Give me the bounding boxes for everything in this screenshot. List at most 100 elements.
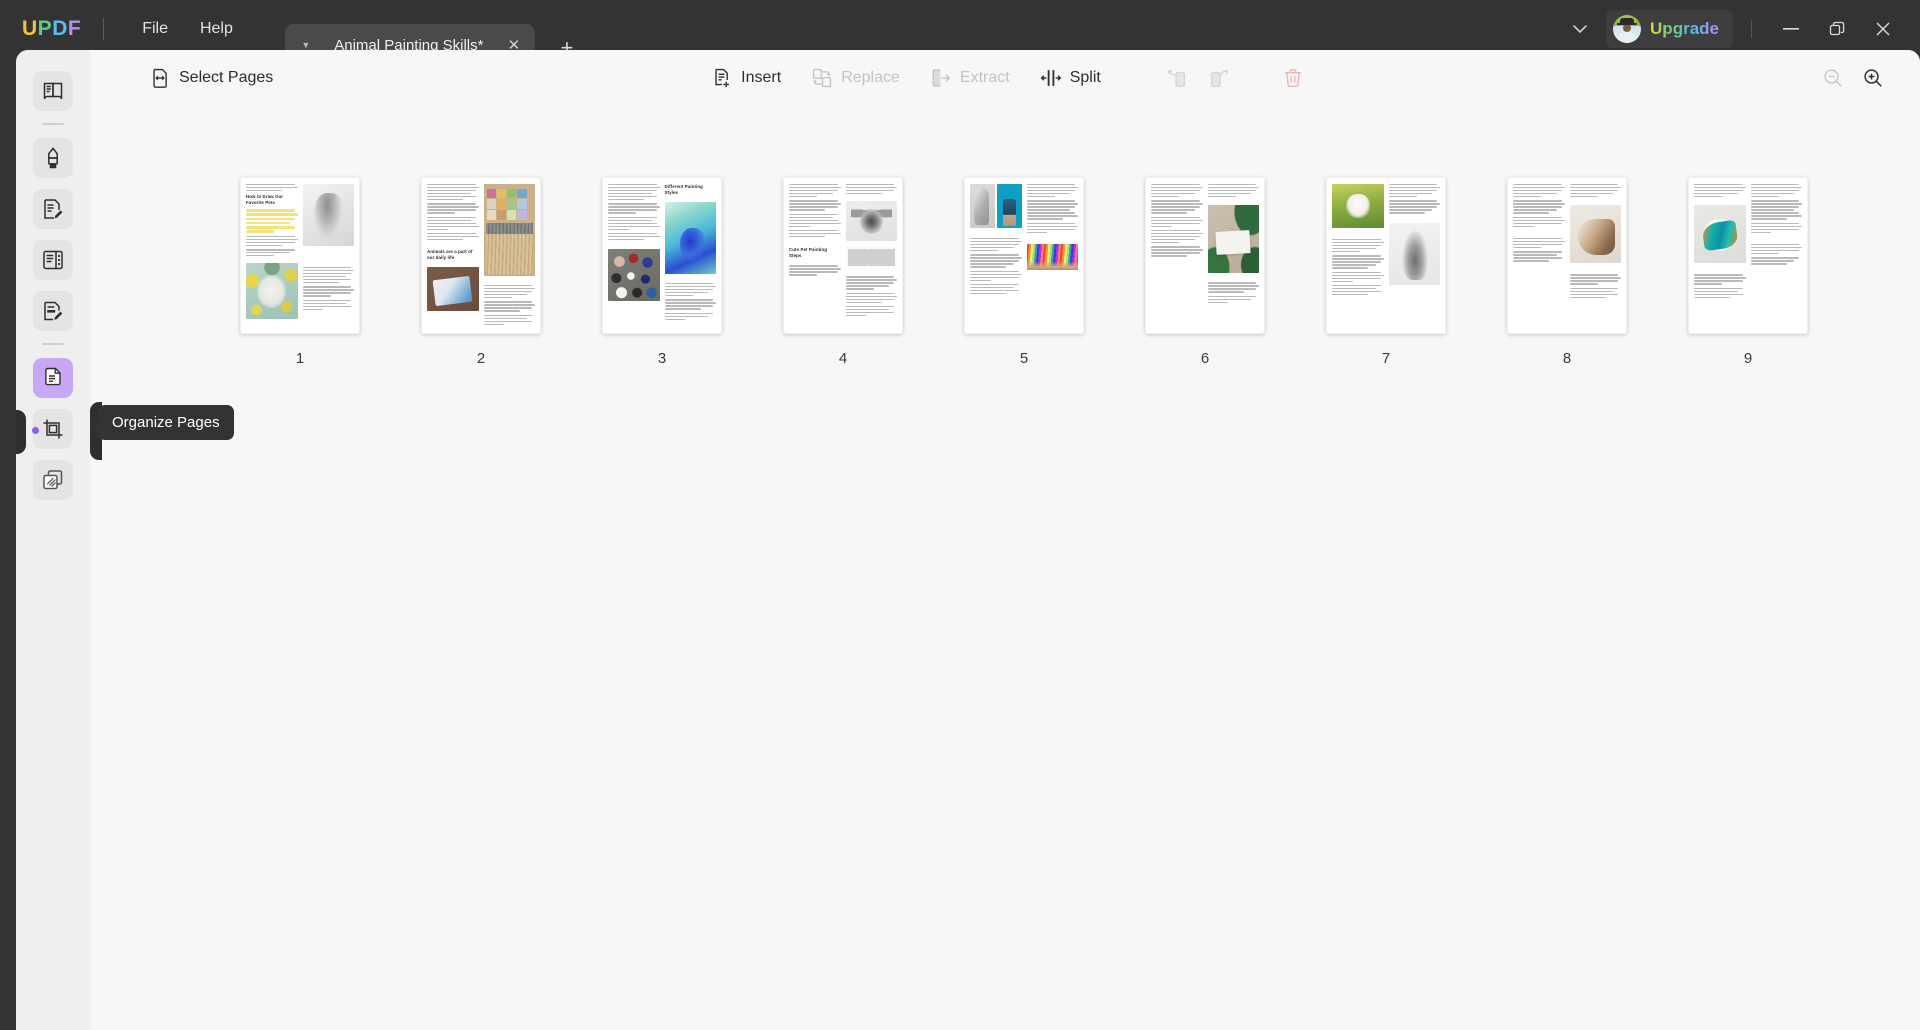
tooltip: Organize Pages [98, 405, 234, 440]
page-thumbnail[interactable]: 5 [964, 177, 1084, 367]
edit-document-icon [41, 197, 65, 221]
chevron-down-icon[interactable]: ▼ [299, 41, 313, 50]
upgrade-button[interactable]: Upgrade [1606, 10, 1733, 48]
page-preview[interactable] [1326, 177, 1446, 334]
artwork-teal-doorway [997, 184, 1022, 228]
page-number: 5 [964, 350, 1084, 367]
select-pages-button[interactable]: Select Pages [136, 60, 286, 96]
artwork-blue-watercolor [665, 202, 717, 274]
artwork-butterfly-on-plate [1694, 205, 1746, 263]
divider [42, 343, 64, 345]
page-heading: Animals are a part of our daily life [427, 249, 479, 261]
left-rail [16, 50, 90, 1030]
replace-button[interactable]: Replace [798, 60, 913, 96]
sidebar-item-batch[interactable] [33, 460, 73, 500]
updf-logo[interactable]: U P D F [22, 17, 81, 41]
page-thumbnail[interactable]: Animals are a part of our daily life [421, 177, 541, 367]
page-thumbnail[interactable]: Cute Pet Painting Steps [783, 177, 903, 367]
page-layout-icon [41, 248, 65, 272]
split-label: Split [1070, 69, 1101, 87]
insert-button[interactable]: Insert [698, 60, 794, 96]
page-preview[interactable] [964, 177, 1084, 334]
zoom-out-icon [1822, 67, 1844, 89]
artwork-horse-photo [1570, 205, 1622, 263]
page-preview[interactable]: How to Draw Our Favorite Pets [240, 177, 360, 334]
page-thumbnail[interactable]: 9 [1688, 177, 1808, 367]
thumbnail-row: How to Draw Our Favorite Pets [240, 177, 1920, 367]
artwork-corgi-sketch [846, 201, 898, 241]
extract-page-icon [930, 67, 952, 89]
divider [1751, 20, 1752, 38]
select-pages-label: Select Pages [179, 69, 273, 87]
menu-help[interactable]: Help [184, 13, 249, 45]
zoom-in-button[interactable] [1862, 67, 1884, 89]
replace-label: Replace [841, 69, 900, 87]
logo-letter-d: D [52, 17, 68, 41]
page-number: 3 [602, 350, 722, 367]
artwork-paint-mess [427, 267, 479, 311]
sidebar-item-organize-pages[interactable] [33, 358, 73, 398]
page-number: 6 [1145, 350, 1265, 367]
tabs-overflow-chevron-icon[interactable] [1560, 22, 1600, 37]
page-thumbnail-grid[interactable]: How to Draw Our Favorite Pets [90, 105, 1920, 1030]
select-pages-icon [149, 67, 171, 89]
annotate-icon [41, 299, 65, 323]
artwork-paint-cans [608, 249, 660, 301]
sidebar-item-edit-pdf[interactable] [33, 189, 73, 229]
app-body: Organize Pages Select Pages [16, 50, 1920, 1030]
sidebar-item-comment[interactable] [33, 138, 73, 178]
page-preview[interactable]: Cute Pet Painting Steps [783, 177, 903, 334]
extract-button[interactable]: Extract [917, 60, 1023, 96]
page-preview[interactable]: Animals are a part of our daily life [421, 177, 541, 334]
batch-documents-icon [41, 468, 65, 492]
updf-window: U P D F File Help ▼ Animal Painting Skil… [0, 0, 1920, 1030]
sidebar-item-annotate[interactable] [33, 291, 73, 331]
artwork-rabbit-sketch [1389, 223, 1441, 285]
page-preview[interactable] [1688, 177, 1808, 334]
page-thumbnail[interactable]: 7 [1326, 177, 1446, 367]
page-preview[interactable] [1507, 177, 1627, 334]
artwork-dog-on-plate [246, 263, 298, 319]
sidebar-item-crop[interactable] [33, 409, 73, 449]
close-icon[interactable] [1860, 11, 1906, 47]
highlighter-pen-icon [41, 146, 65, 170]
page-thumbnail[interactable]: 6 [1145, 177, 1265, 367]
minimize-icon[interactable] [1768, 11, 1814, 47]
page-preview[interactable]: Different Painting Styles [602, 177, 722, 334]
logo-letter-p: P [38, 17, 53, 41]
rail-collapse-handle[interactable] [16, 410, 26, 454]
toolbar-right [1822, 67, 1884, 89]
rotate-left-button[interactable] [1158, 59, 1196, 97]
page-thumbnail[interactable]: How to Draw Our Favorite Pets [240, 177, 360, 367]
page-number: 4 [783, 350, 903, 367]
delete-page-icon [1282, 67, 1304, 89]
rotate-left-icon [1166, 67, 1188, 89]
sidebar-item-page-layout[interactable] [33, 240, 73, 280]
artwork-rabbit-photo [1332, 184, 1384, 228]
toolbar-center: Insert Replace Extract [645, 59, 1365, 97]
delete-page-button[interactable] [1274, 59, 1312, 97]
replace-page-icon [811, 67, 833, 89]
split-page-icon [1040, 67, 1062, 89]
vertical-scrollbar[interactable] [1910, 108, 1918, 1008]
toolbar-left: Select Pages [136, 60, 286, 96]
page-heading: How to Draw Our Favorite Pets [246, 194, 298, 206]
restore-icon[interactable] [1814, 11, 1860, 47]
artwork-statue-sketch [970, 184, 995, 228]
artwork-colored-pencils [1027, 244, 1079, 270]
rotate-right-icon [1208, 67, 1230, 89]
rotate-right-button[interactable] [1200, 59, 1238, 97]
page-heading: Different Painting Styles [665, 184, 717, 196]
page-thumbnail[interactable]: 8 [1507, 177, 1627, 367]
page-number: 1 [240, 350, 360, 367]
page-number: 8 [1507, 350, 1627, 367]
artwork-dog-sketch [303, 184, 355, 246]
sidebar-item-reader[interactable] [33, 71, 73, 111]
zoom-out-button[interactable] [1822, 67, 1844, 89]
divider [42, 123, 64, 125]
organize-toolbar: Select Pages Insert [90, 50, 1920, 105]
split-button[interactable]: Split [1027, 60, 1114, 96]
page-thumbnail[interactable]: Different Painting Styles [602, 177, 722, 367]
menu-file[interactable]: File [126, 13, 184, 45]
page-preview[interactable] [1145, 177, 1265, 334]
